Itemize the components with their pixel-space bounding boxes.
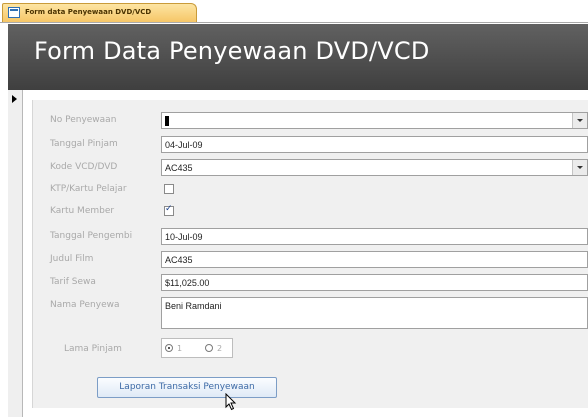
lama-pinjam-option-1-label: 1: [177, 344, 183, 353]
kode-vcd-dvd-combobox[interactable]: AC435: [161, 159, 588, 176]
lama-pinjam-radio-2[interactable]: [205, 344, 213, 352]
label-tanggal-pengembalian: Tanggal Pengembi: [50, 231, 133, 241]
record-selector-arrow-icon: [12, 95, 17, 103]
dropdown-arrow-icon[interactable]: [572, 113, 587, 128]
label-kode-vcd-dvd: Kode VCD/DVD: [50, 162, 118, 172]
label-tarif-sewa: Tarif Sewa: [50, 277, 96, 287]
label-lama-pinjam: Lama Pinjam: [64, 344, 122, 354]
document-tab-label: Form data Penyewaan DVD/VCD: [25, 8, 152, 16]
mouse-pointer-icon: [225, 393, 237, 411]
nama-penyewa-field[interactable]: Beni Ramdani: [161, 297, 588, 329]
text-caret: [165, 116, 169, 126]
label-judul-film: Judul Film: [50, 254, 94, 264]
lama-pinjam-radio-1[interactable]: [165, 344, 173, 352]
tanggal-pengembalian-field[interactable]: 10-Jul-09: [161, 228, 588, 245]
nama-penyewa-value: Beni Ramdani: [165, 301, 222, 311]
laporan-transaksi-button[interactable]: Laporan Transaksi Penyewaan: [97, 377, 277, 398]
label-ktp-kartu-pelajar: KTP/Kartu Pelajar: [50, 184, 127, 194]
tarif-sewa-field[interactable]: $11,025.00: [161, 274, 588, 291]
tanggal-pinjam-value: 04-Jul-09: [165, 140, 203, 150]
kartu-member-checkbox[interactable]: ✓: [164, 204, 174, 216]
tanggal-pinjam-field[interactable]: 04-Jul-09: [161, 136, 588, 153]
label-nama-penyewa: Nama Penyewa: [50, 300, 120, 310]
ktp-checkbox[interactable]: [164, 184, 174, 194]
form-icon: [8, 7, 20, 18]
form-header: Form Data Penyewaan DVD/VCD: [8, 24, 588, 90]
lama-pinjam-option-group: 1 2: [161, 338, 233, 358]
form-title: Form Data Penyewaan DVD/VCD: [34, 37, 430, 65]
kode-vcd-dvd-value: AC435: [165, 163, 193, 173]
tanggal-pengembalian-value: 10-Jul-09: [165, 232, 203, 242]
label-tanggal-pinjam: Tanggal Pinjam: [50, 139, 118, 149]
label-no-penyewaan: No Penyewaan: [50, 115, 117, 125]
document-tab[interactable]: Form data Penyewaan DVD/VCD: [2, 3, 197, 22]
lama-pinjam-option-2-label: 2: [217, 344, 223, 353]
dropdown-arrow-icon[interactable]: [572, 160, 587, 175]
record-selector[interactable]: [8, 90, 23, 417]
tarif-sewa-value: $11,025.00: [165, 278, 210, 288]
judul-film-value: AC435: [165, 255, 193, 265]
checkmark-icon: ✓: [165, 204, 173, 214]
label-kartu-member: Kartu Member: [50, 206, 115, 216]
judul-film-field[interactable]: AC435: [161, 251, 588, 268]
no-penyewaan-combobox[interactable]: 3: [161, 112, 588, 129]
document-tab-bar: Form data Penyewaan DVD/VCD: [0, 0, 588, 23]
